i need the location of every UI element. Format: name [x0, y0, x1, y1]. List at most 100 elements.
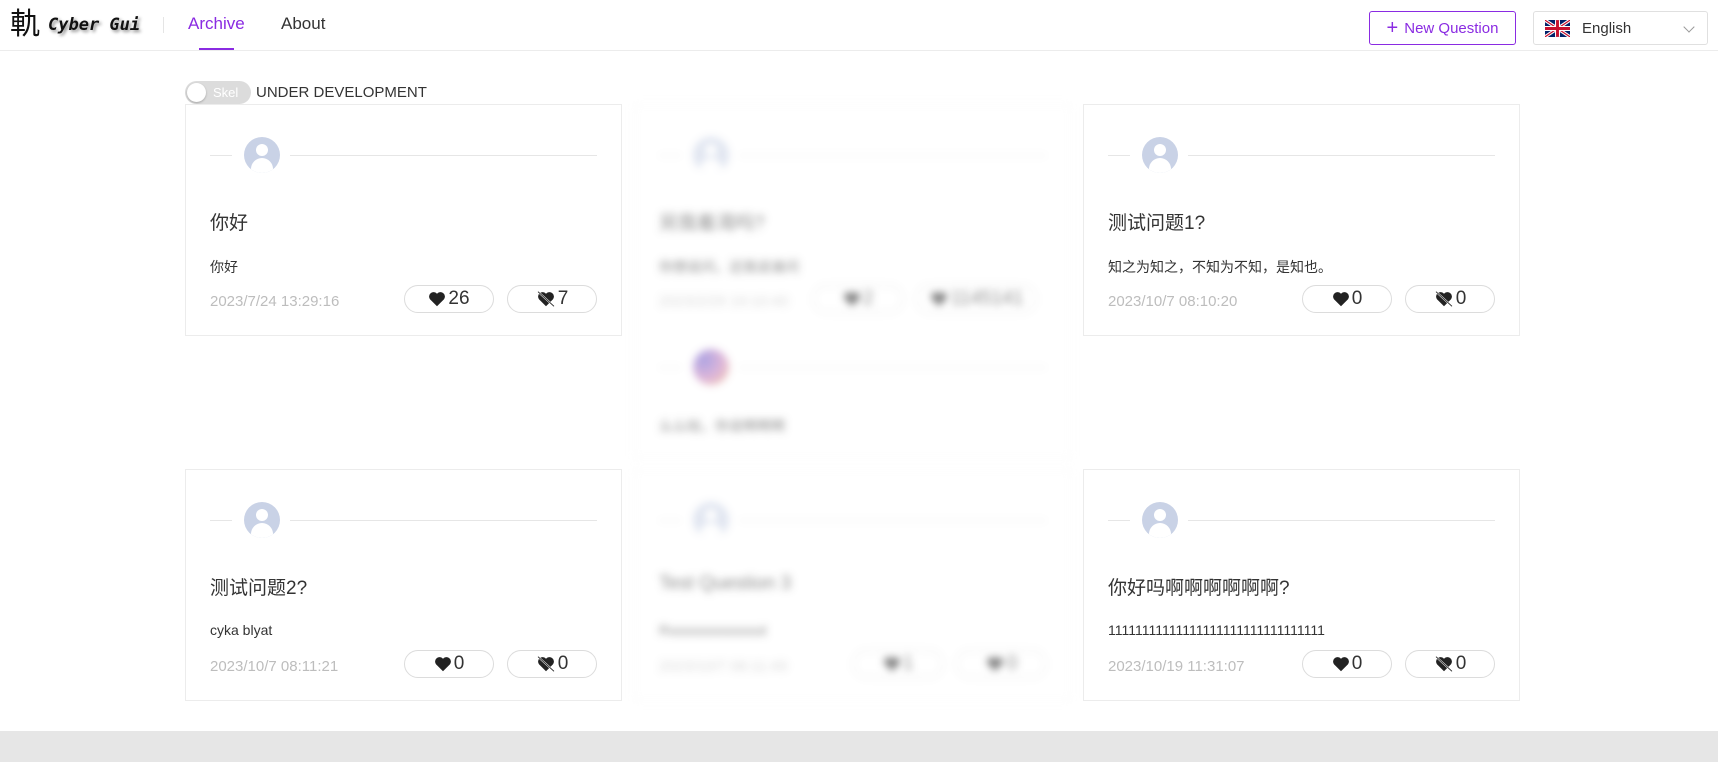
- divider: [1188, 520, 1495, 521]
- like-button[interactable]: 0: [404, 650, 494, 678]
- divider: [659, 155, 681, 156]
- card-body: 你好: [210, 259, 238, 275]
- logo[interactable]: 軌 Cyber Gui: [10, 8, 140, 42]
- broken-heart-icon: [986, 657, 1003, 672]
- dislike-count: 7: [557, 288, 569, 309]
- divider: [1188, 155, 1495, 156]
- nav-archive[interactable]: Archive: [188, 14, 245, 50]
- broken-heart-icon: [537, 656, 555, 672]
- heart-icon: [434, 657, 451, 672]
- card-title: 测试问题1?: [1108, 213, 1206, 234]
- like-count: 1: [902, 653, 914, 674]
- like-count: 0: [453, 653, 465, 674]
- like-button[interactable]: 0: [1302, 285, 1392, 313]
- toggle-knob: [187, 83, 206, 102]
- dislike-button[interactable]: 0: [956, 650, 1046, 678]
- footer: [0, 731, 1718, 762]
- comment-header: [659, 349, 1046, 385]
- dislike-button[interactable]: 1145141: [916, 285, 1036, 313]
- language-label: English: [1582, 19, 1632, 37]
- card-header: [210, 502, 597, 538]
- toggle-description: UNDER DEVELOPMENT: [256, 84, 427, 101]
- header-divider: [163, 17, 164, 33]
- divider: [739, 155, 1046, 156]
- question-card[interactable]: 测试问题2? cyka blyat 2023/10/7 08:11:21 0 0: [185, 469, 622, 701]
- dislike-button[interactable]: 0: [1405, 285, 1495, 313]
- dislike-button[interactable]: 0: [507, 650, 597, 678]
- heart-icon: [1332, 292, 1349, 307]
- like-button[interactable]: 1: [853, 650, 943, 678]
- logo-text: Cyber Gui: [48, 15, 141, 35]
- broken-heart-icon: [537, 291, 555, 307]
- skeleton-toggle-row: Skel UNDER DEVELOPMENT: [185, 81, 427, 104]
- dislike-button[interactable]: 7: [507, 285, 597, 313]
- question-card[interactable]: Test Question 3 Ruuuuuuuuuuuut 2023/10/7…: [634, 469, 1071, 701]
- card-date: 2023/10/7 08:11:49: [659, 658, 788, 675]
- like-button[interactable]: 0: [1302, 650, 1392, 678]
- broken-heart-icon: [930, 292, 947, 307]
- dislike-button[interactable]: 0: [1405, 650, 1495, 678]
- divider: [1108, 520, 1130, 521]
- card-date: 2023/10/19 11:31:07: [1108, 658, 1245, 675]
- uk-flag-icon: [1545, 19, 1570, 37]
- like-button[interactable]: 2: [813, 285, 903, 313]
- plus-icon: +: [1386, 17, 1399, 39]
- like-button[interactable]: 26: [404, 285, 494, 313]
- dislike-count: 0: [1006, 653, 1018, 674]
- nav-about[interactable]: About: [281, 14, 325, 34]
- chevron-down-icon: [1683, 21, 1695, 33]
- card-title: Test Question 3: [659, 573, 792, 594]
- card-date: 2023/10/7 08:11:21: [210, 658, 339, 675]
- avatar: [693, 137, 729, 173]
- card-header: [210, 137, 597, 173]
- divider: [290, 520, 597, 521]
- avatar: [244, 502, 280, 538]
- card-body: 你想说问，还我说谁问: [659, 259, 799, 275]
- heart-icon: [843, 292, 860, 307]
- question-card[interactable]: 另我着渴吗? 你想说问，还我说谁问 2023/2/29 19:10:40 2 1…: [634, 104, 1071, 459]
- new-question-button[interactable]: + New Question: [1369, 11, 1516, 45]
- divider: [739, 367, 1046, 368]
- card-header: [1108, 137, 1495, 173]
- divider: [659, 520, 681, 521]
- comment-text: 么么哒，你说啊啊啊: [659, 418, 785, 434]
- divider: [210, 155, 232, 156]
- broken-heart-icon: [1435, 656, 1453, 672]
- dislike-count: 0: [557, 653, 569, 674]
- card-header: [659, 502, 1046, 538]
- logo-glyph: 軌: [10, 7, 40, 42]
- card-title: 你好: [210, 213, 249, 234]
- avatar: [693, 349, 729, 385]
- dislike-count: 1145141: [950, 288, 1024, 309]
- card-title: 测试问题2?: [210, 578, 308, 599]
- divider: [210, 520, 232, 521]
- question-card[interactable]: 测试问题1? 知之为知之，不知为不知，是知也。 2023/10/7 08:10:…: [1083, 104, 1520, 336]
- avatar: [244, 137, 280, 173]
- card-body: Ruuuuuuuuuuuut: [659, 622, 767, 638]
- new-question-label: New Question: [1404, 19, 1499, 37]
- dislike-count: 0: [1455, 653, 1467, 674]
- divider: [739, 520, 1046, 521]
- card-body: 11111111111111111111111111111111: [1108, 622, 1325, 638]
- card-header: [659, 137, 1046, 173]
- avatar: [1142, 137, 1178, 173]
- question-card[interactable]: 你好 你好 2023/7/24 13:29:16 26 7: [185, 104, 622, 336]
- divider: [1108, 155, 1130, 156]
- like-count: 26: [448, 288, 470, 309]
- divider: [659, 367, 681, 368]
- top-header: 軌 Cyber Gui Archive About + New Question…: [0, 0, 1718, 51]
- card-body: cyka blyat: [210, 622, 273, 638]
- dislike-count: 0: [1455, 288, 1467, 309]
- divider: [290, 155, 597, 156]
- card-date: 2023/7/24 13:29:16: [210, 293, 340, 310]
- avatar: [693, 502, 729, 538]
- card-header: [1108, 502, 1495, 538]
- language-select[interactable]: English: [1533, 11, 1708, 45]
- card-date: 2023/10/7 08:10:20: [1108, 293, 1238, 310]
- card-title: 你好吗啊啊啊啊啊啊?: [1108, 578, 1290, 599]
- like-count: 0: [1351, 288, 1363, 309]
- question-card[interactable]: 你好吗啊啊啊啊啊啊? 11111111111111111111111111111…: [1083, 469, 1520, 701]
- broken-heart-icon: [1435, 291, 1453, 307]
- skeleton-toggle[interactable]: Skel: [185, 81, 251, 104]
- card-body: 知之为知之，不知为不知，是知也。: [1108, 259, 1332, 275]
